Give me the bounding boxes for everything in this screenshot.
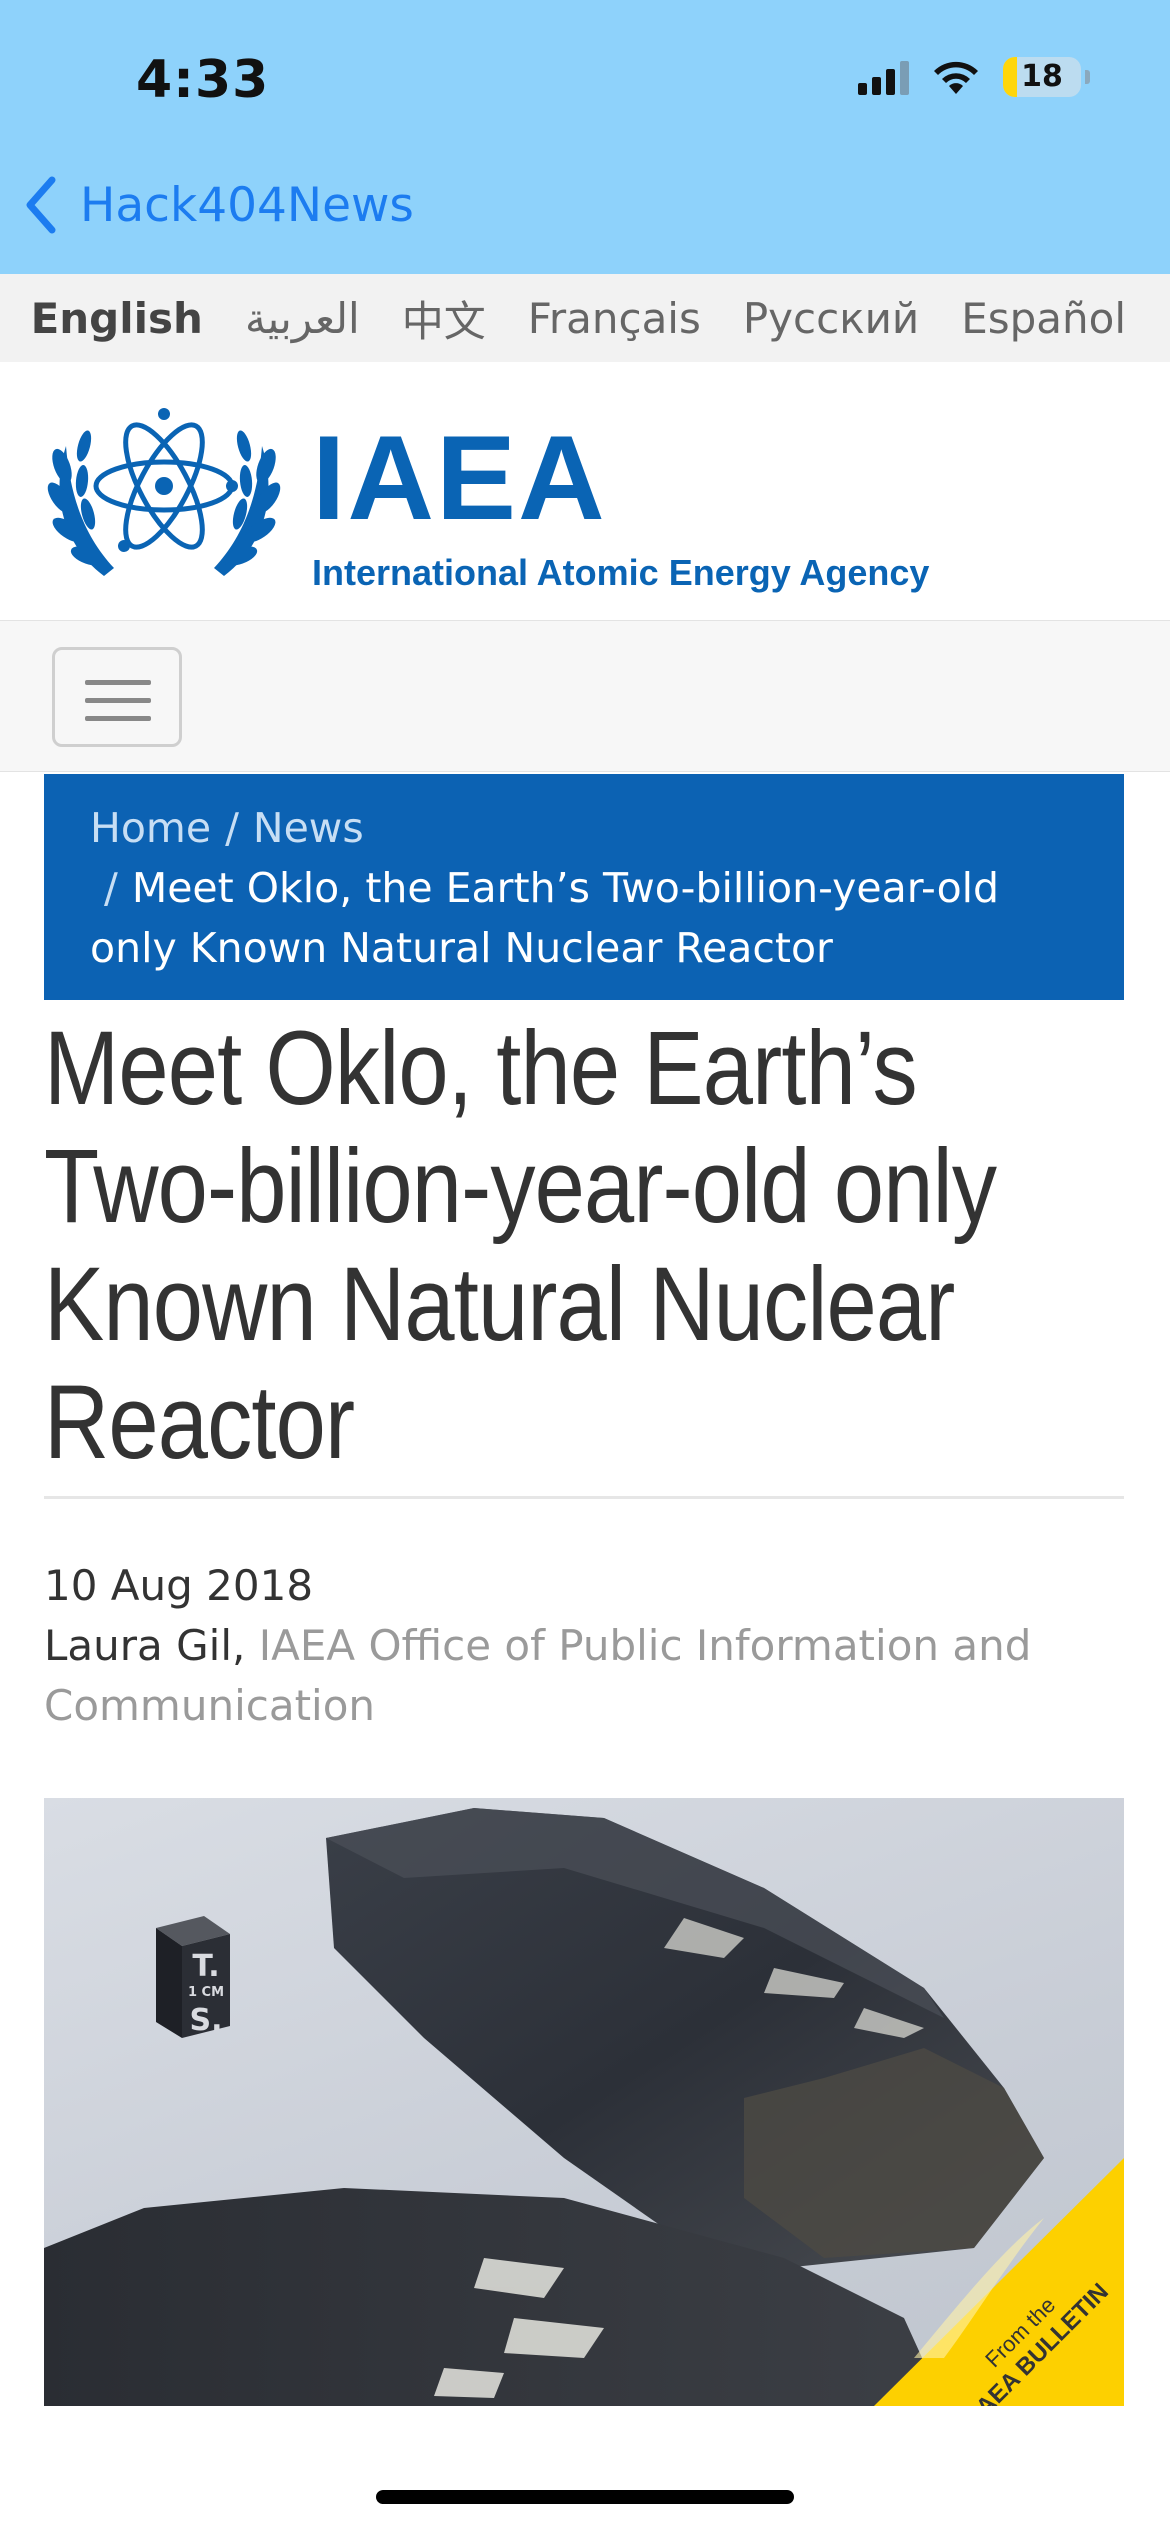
- chevron-left-icon: [26, 176, 56, 234]
- lang-chinese[interactable]: 中文: [402, 288, 486, 349]
- menu-bar: [0, 620, 1170, 772]
- logo-abbreviation: IAEA: [312, 411, 607, 545]
- lang-arabic[interactable]: العربية: [245, 294, 360, 343]
- article-byline: Laura Gil, IAEA Office of Public Informa…: [44, 1616, 1124, 1736]
- battery-tip: [1085, 70, 1090, 84]
- home-indicator[interactable]: [376, 2490, 794, 2504]
- ios-top-bar: 4:33 18 Hack404News: [0, 0, 1170, 274]
- language-bar: English العربية 中文 Français Русский Espa…: [0, 274, 1170, 362]
- breadcrumb-news[interactable]: News: [253, 804, 364, 852]
- lang-english[interactable]: English: [31, 294, 203, 343]
- hamburger-line: [85, 680, 151, 685]
- iaea-emblem-icon: [47, 408, 281, 576]
- article-meta: 10 Aug 2018 Laura Gil, IAEA Office of Pu…: [44, 1556, 1124, 1736]
- article-title-text: Meet Oklo, the Earth’s Two-billion-year-…: [44, 1010, 997, 1481]
- cube-mid-label: 1 CM: [188, 1985, 224, 2000]
- logo-full-name: International Atomic Energy Agency: [312, 552, 930, 593]
- cube-bottom-label: S.: [189, 2003, 222, 2038]
- breadcrumb-separator: /: [225, 804, 239, 852]
- hamburger-line: [85, 698, 151, 703]
- breadcrumb-separator: /: [104, 864, 118, 912]
- article-photo[interactable]: T. 1 CM S. From the IAEA BULLETIN: [44, 1798, 1124, 2406]
- lang-french[interactable]: Français: [528, 294, 701, 343]
- breadcrumb-current: Meet Oklo, the Earth’s Two-billion-year-…: [90, 864, 1000, 972]
- battery-icon: 18: [1003, 57, 1081, 97]
- battery-level: 18: [1021, 59, 1063, 94]
- hamburger-menu-button[interactable]: [52, 647, 182, 747]
- lang-russian[interactable]: Русский: [743, 294, 919, 343]
- article-title: Meet Oklo, the Earth’s Two-billion-year-…: [44, 1010, 1128, 1482]
- divider: [44, 1496, 1124, 1499]
- lang-spanish[interactable]: Español: [961, 294, 1126, 343]
- back-label: Hack404News: [80, 177, 414, 233]
- hamburger-line: [85, 716, 151, 721]
- article-date: 10 Aug 2018: [44, 1561, 314, 1610]
- status-icons: 18: [858, 52, 1090, 102]
- cellular-signal-icon: [858, 59, 909, 95]
- breadcrumb-home[interactable]: Home: [90, 804, 211, 852]
- status-time: 4:33: [136, 50, 270, 110]
- iaea-logo[interactable]: IAEA International Atomic Energy Agency: [44, 380, 1144, 610]
- breadcrumb: Home / News / Meet Oklo, the Earth’s Two-bi…: [44, 774, 1124, 1000]
- back-button[interactable]: Hack404News: [24, 176, 414, 234]
- article-author: Laura Gil,: [44, 1621, 246, 1670]
- scale-cube: T. 1 CM S.: [156, 1916, 230, 2038]
- oklo-rock-photo: T. 1 CM S. From the IAEA BULLETIN: [44, 1808, 1124, 2406]
- cube-top-label: T.: [192, 1949, 219, 1984]
- wifi-icon: [934, 61, 978, 94]
